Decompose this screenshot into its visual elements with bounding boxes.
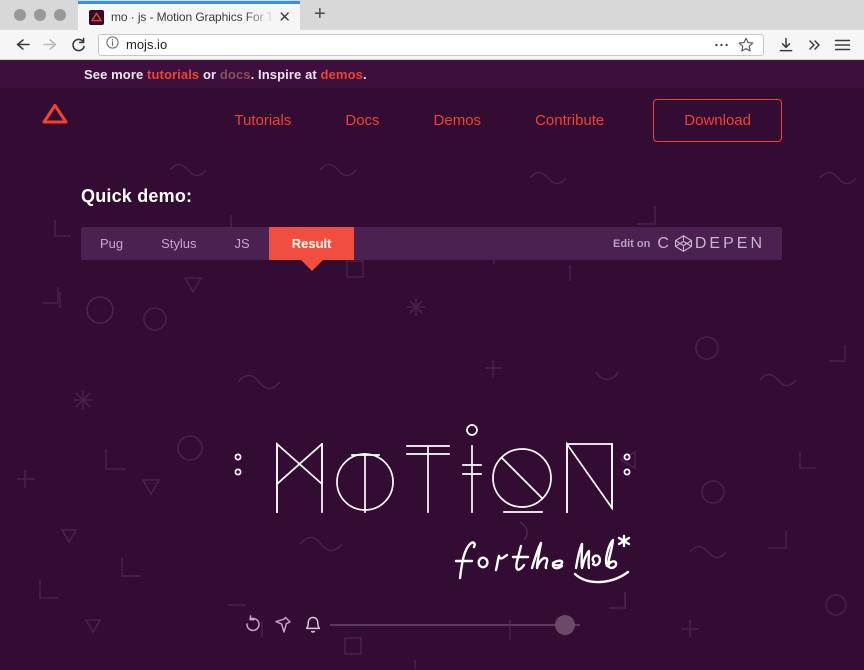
download-button[interactable]: Download	[653, 98, 782, 142]
mojs-logo-icon[interactable]	[41, 102, 69, 131]
nav-link-docs[interactable]: Docs	[318, 112, 406, 129]
nav-links: Tutorials Docs Demos Contribute Download	[207, 88, 856, 152]
announcement-docs-link[interactable]: docs	[220, 67, 251, 82]
page-actions-icon[interactable]	[714, 42, 729, 48]
codepen-wordmark: C DEPEN	[657, 234, 765, 253]
mojs-triangle-icon	[89, 9, 104, 25]
url-text[interactable]: mojs.io	[126, 37, 707, 52]
overflow-button[interactable]	[801, 34, 827, 56]
back-button[interactable]	[9, 34, 35, 56]
tagline-for-the-web	[452, 530, 637, 591]
page-content: See more tutorials or docs. Inspire at d…	[0, 60, 864, 669]
menu-button[interactable]	[829, 34, 855, 56]
window-controls	[0, 9, 78, 30]
edit-on-label: Edit on	[613, 237, 651, 250]
player-controls	[238, 612, 328, 638]
announcement-mid: . Inspire at	[250, 66, 321, 82]
tab-stylus[interactable]: Stylus	[142, 227, 215, 260]
announcement-or: or	[199, 66, 220, 82]
browser-tab[interactable]: mo · js - Motion Graphics For Th ✕	[78, 1, 300, 30]
replay-icon[interactable]	[238, 612, 268, 638]
forward-button[interactable]	[37, 34, 63, 56]
tagline-script-svg	[454, 534, 631, 584]
bell-icon[interactable]	[298, 612, 328, 638]
codepen-letter-c: C	[657, 234, 672, 252]
codepen-letters-depen: DEPEN	[694, 234, 765, 252]
codepen-tab-bar: Pug Stylus JS Result Edit on C DEPEN	[81, 227, 782, 260]
timeline-slider-track[interactable]	[330, 624, 580, 626]
downloads-button[interactable]	[773, 34, 799, 56]
motion-wordmark	[0, 412, 864, 524]
nav-link-contribute[interactable]: Contribute	[508, 112, 631, 129]
minimize-window-button[interactable]	[34, 9, 46, 21]
tab-js[interactable]: JS	[216, 227, 269, 260]
browser-window: mo · js - Motion Graphics For Th ✕ + moj…	[0, 0, 864, 670]
site-navigation: Tutorials Docs Demos Contribute Download	[0, 88, 864, 152]
address-bar[interactable]: mojs.io	[98, 33, 764, 56]
announcement-text: See more tutorials or docs. Inspire at d…	[0, 67, 367, 82]
tab-pug[interactable]: Pug	[81, 227, 142, 260]
quick-demo-heading: Quick demo:	[81, 186, 193, 206]
announcement-demos-link[interactable]: demos	[321, 67, 363, 82]
codepen-logo-icon	[674, 234, 693, 253]
announcement-bar: See more tutorials or docs. Inspire at d…	[0, 60, 864, 88]
edit-on-codepen-link[interactable]: Edit on C DEPEN	[613, 227, 782, 260]
announcement-prefix: See more	[84, 66, 148, 82]
motion-wordmark-svg	[234, 424, 631, 513]
announcement-tutorials-link[interactable]: tutorials	[147, 67, 199, 82]
pin-icon[interactable]	[268, 612, 298, 638]
nav-link-demos[interactable]: Demos	[407, 112, 509, 129]
reload-button[interactable]	[65, 34, 91, 56]
browser-toolbar: mojs.io	[0, 30, 864, 60]
nav-link-tutorials[interactable]: Tutorials	[207, 112, 318, 129]
announcement-suffix: .	[362, 66, 367, 82]
close-window-button[interactable]	[14, 9, 26, 21]
browser-tab-strip: mo · js - Motion Graphics For Th ✕ +	[0, 0, 864, 30]
bookmark-star-icon[interactable]	[738, 37, 754, 52]
new-tab-button[interactable]: +	[300, 3, 340, 30]
browser-tab-title: mo · js - Motion Graphics For Th	[111, 10, 272, 24]
tab-result[interactable]: Result	[268, 227, 355, 260]
close-icon[interactable]: ✕	[278, 10, 291, 25]
timeline-slider-handle[interactable]	[555, 615, 575, 635]
info-circle-icon[interactable]	[106, 35, 119, 54]
maximize-window-button[interactable]	[54, 9, 66, 21]
